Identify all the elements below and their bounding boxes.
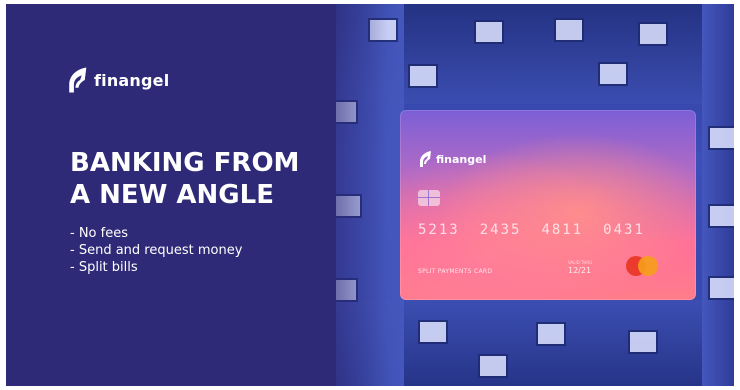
building-window [478,354,508,378]
card-number: 5213 2435 4811 0431 [418,222,645,238]
card-type-label: SPLIT PAYMENTS CARD [418,268,493,275]
card-number-group: 2435 [479,222,522,238]
mastercard-orange-circle [638,256,658,276]
building-window [638,22,668,46]
brand-name: finangel [94,70,170,90]
building-wall-right [702,4,734,386]
card-expiry: 12/21 [568,266,592,275]
card-brand-logo: finangel [418,150,486,168]
finangel-wing-icon [420,151,431,167]
building-window [708,204,734,228]
feature-item: - No fees [70,226,128,241]
card-number-group: 4811 [541,222,584,238]
left-panel: finangel BANKING FROM A NEW ANGLE - No f… [6,4,336,386]
card-number-group: 5213 [418,222,460,238]
headline-line: BANKING FROM [70,148,300,178]
building-window [474,20,504,44]
headline-line: A NEW ANGLE [70,180,274,210]
building-window [628,330,658,354]
headline: BANKING FROM A NEW ANGLE [70,147,330,211]
brand-logo: finangel [66,66,169,94]
courtyard-photo: finangel 5213 2435 4811 0431 SPLIT PAYME… [298,4,734,386]
building-window [708,126,734,150]
building-window [598,62,628,86]
building-window [536,322,566,346]
building-window [408,64,438,88]
building-window [708,276,734,300]
ad-banner: finangel 5213 2435 4811 0431 SPLIT PAYME… [6,4,734,386]
card-brand-name: finangel [436,152,487,166]
card-valid-label: VALID THRU [568,260,593,265]
payment-card: finangel 5213 2435 4811 0431 SPLIT PAYME… [400,110,696,300]
mastercard-logo-icon [626,256,662,276]
finangel-wing-icon [69,67,87,93]
building-window [554,18,584,42]
card-number-group: 0431 [603,222,645,238]
card-chip-icon [418,190,440,206]
building-window [418,320,448,344]
feature-list: - No fees - Send and request money - Spl… [70,225,242,276]
feature-item: - Split bills [70,260,138,275]
feature-item: - Send and request money [70,243,243,258]
